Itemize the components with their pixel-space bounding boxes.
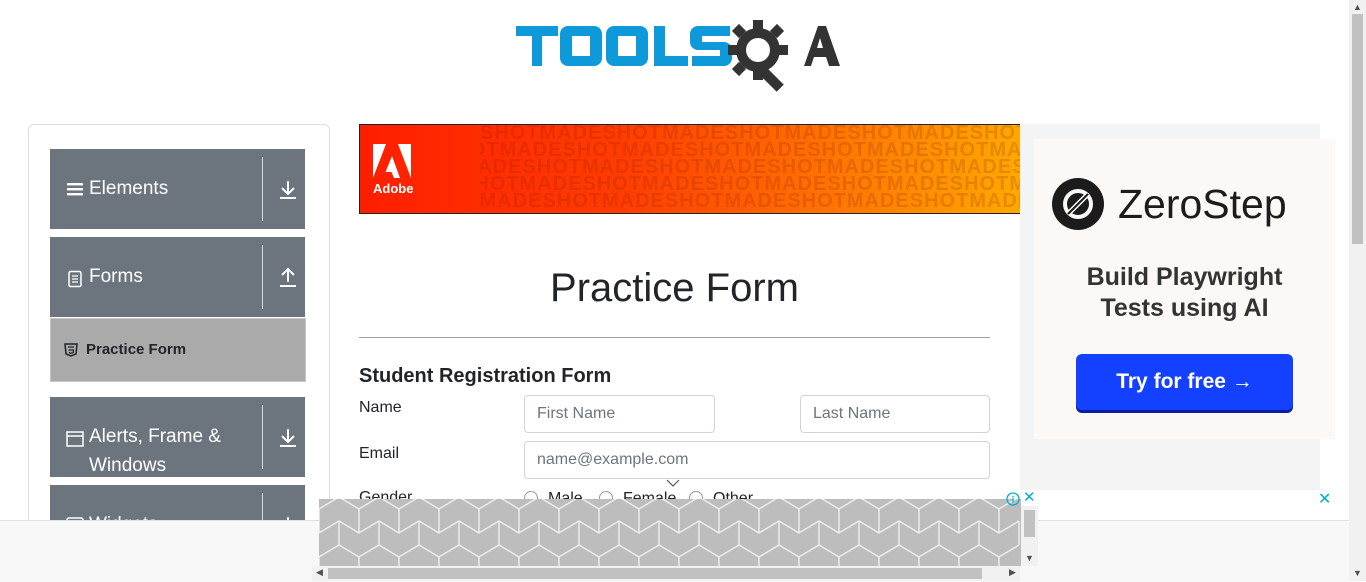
sidebar-group-label-line2: Windows — [89, 455, 167, 476]
adobe-wordmark: Adobe — [373, 181, 414, 196]
logo-a-letter — [804, 26, 840, 66]
chevron-down-icon — [666, 479, 680, 487]
form-heading: Student Registration Form — [359, 365, 612, 387]
ad-info-icon[interactable]: i — [1006, 492, 1020, 506]
bottom-ad[interactable] — [319, 499, 1021, 566]
scrollbar-thumb[interactable] — [1024, 510, 1035, 537]
ad-pattern-text: SHOTMADESHOTMADESHOTMADESHOTMADESHOTMADE… — [480, 125, 1021, 212]
toolsqa-logo[interactable] — [512, 14, 842, 94]
ad-vertical-scrollbar[interactable]: ▼ — [1021, 506, 1038, 566]
zerostep-logo-icon — [1052, 178, 1104, 230]
divider — [262, 245, 263, 309]
adobe-banner-ad[interactable]: SHOTMADESHOTMADESHOTMADESHOTMADESHOTMADE… — [359, 124, 1022, 214]
sidebar-group-forms[interactable]: Forms — [50, 237, 305, 317]
divider — [262, 157, 263, 221]
scroll-down-arrow-icon[interactable]: ▼ — [1025, 553, 1034, 563]
sidebar-group-alerts-frame-windows[interactable]: Alerts, Frame & Windows — [50, 397, 305, 477]
download-arrow-icon[interactable] — [278, 427, 298, 449]
sidebar-item-label: Practice Form — [86, 341, 187, 358]
zerostep-tagline: Build Playwright Tests using AI — [1086, 263, 1283, 322]
scroll-down-arrow-icon[interactable]: ▼ — [1353, 568, 1362, 578]
scrollbar-thumb[interactable] — [328, 568, 982, 579]
hex-pattern-graphic — [319, 499, 1020, 566]
title-divider — [359, 337, 990, 338]
window-icon — [66, 431, 84, 447]
name-label: Name — [359, 399, 402, 416]
download-arrow-icon[interactable] — [278, 179, 298, 201]
page-scrollbar[interactable]: ▲ ▼ — [1349, 0, 1366, 581]
logo-tools-wordmark — [516, 26, 732, 66]
gender-label: Gender — [359, 489, 413, 499]
ad-horizontal-scrollbar[interactable]: ◀ ▶ — [312, 566, 1020, 581]
svg-text:i: i — [1012, 495, 1015, 505]
scroll-right-arrow-icon[interactable]: ▶ — [1009, 567, 1016, 578]
upload-arrow-icon[interactable] — [278, 267, 298, 289]
scrollbar-thumb[interactable] — [1352, 14, 1363, 244]
sidebar-group-label: Elements — [89, 178, 169, 199]
sidebar-group-elements[interactable]: Elements — [50, 149, 305, 229]
last-name-input[interactable] — [800, 395, 990, 433]
zerostep-brand: ZeroStep — [1118, 181, 1287, 227]
html5-icon — [64, 343, 78, 357]
try-for-free-button[interactable]: Try for free → — [1076, 354, 1293, 410]
sidebar-group-label-line1: Alerts, Frame & — [89, 426, 221, 447]
ad-close-icon[interactable]: ✕ — [1023, 490, 1037, 506]
document-icon — [68, 270, 82, 288]
scroll-left-arrow-icon[interactable]: ◀ — [316, 567, 323, 578]
ad-close-icon[interactable]: ✕ — [1318, 489, 1334, 508]
email-label: Email — [359, 445, 400, 462]
adobe-logo-icon — [373, 144, 411, 178]
left-sidebar: Elements Forms Practice Form Alerts, Fra… — [28, 124, 330, 546]
sidebar-item-practice-form[interactable]: Practice Form — [50, 318, 306, 382]
first-name-input[interactable] — [524, 395, 715, 433]
scroll-up-arrow-icon[interactable]: ▲ — [1353, 2, 1362, 12]
email-input[interactable] — [524, 441, 990, 479]
page-title: Practice Form — [550, 266, 799, 310]
gear-magnifier-icon — [728, 20, 788, 92]
hamburger-icon — [67, 183, 83, 196]
divider — [262, 405, 263, 469]
sidebar-group-label: Forms — [89, 266, 143, 287]
